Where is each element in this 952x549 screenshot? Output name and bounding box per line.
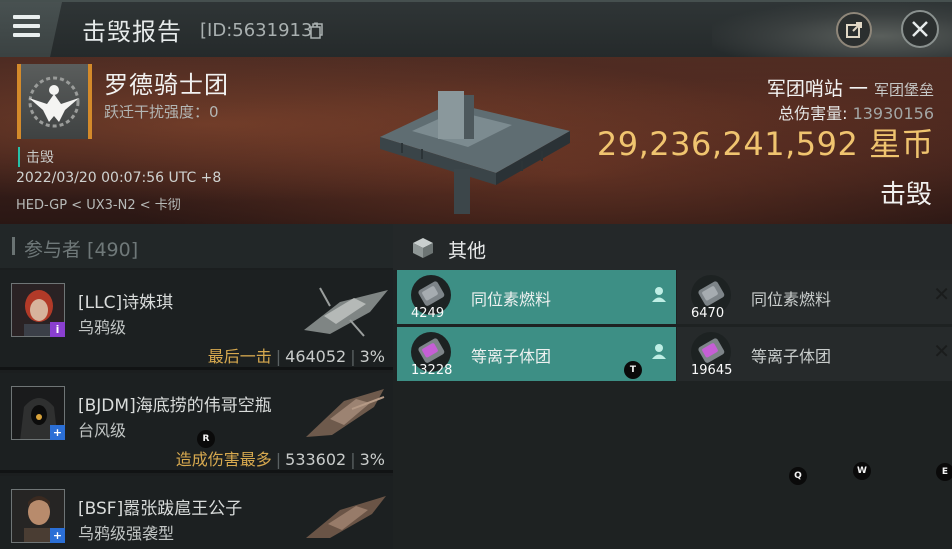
cube-icon (413, 238, 433, 258)
warp-disruption: 跃迁干扰强度：0 (104, 101, 219, 122)
pilot-damage: 533602 (285, 450, 347, 469)
hotkey-hint: W (853, 462, 871, 480)
item-quantity: 6470 (691, 306, 725, 321)
pilot-ship: 乌鸦级强袭型 (78, 524, 175, 543)
stat-divider: | (275, 450, 282, 469)
pilot-stats: 造成伤害最多 | 533602 | 3% (176, 446, 385, 470)
pilot-name: [BJDM]海底捞的伟哥空瓶 (78, 396, 272, 416)
page-title: 击毁报告 (82, 18, 182, 46)
item-name: 等离子体团 (471, 347, 552, 366)
hotkey-hint: R (197, 430, 215, 448)
share-icon (846, 22, 862, 38)
item-row[interactable]: 19645 等离子体团 ✕ (677, 327, 952, 381)
destroyed-x-icon: ✕ (933, 282, 950, 306)
participants-header[interactable]: 参与者 [490] (0, 224, 393, 268)
item-row[interactable]: 6470 同位素燃料 ✕ (677, 270, 952, 324)
item-quantity: 19645 (691, 363, 733, 378)
participant-row[interactable]: + [BJDM]海底捞的伟哥空瓶 台风级 造成伤害最多 | 533602 | 3% (0, 373, 393, 473)
header-accent (12, 237, 15, 255)
participants-panel: 参与者 [490] i [LLC]诗姝琪 乌鸦级 最后一击 | 464052 | 3% (0, 224, 393, 549)
isk-amount: 29,236,241,592 (596, 125, 859, 163)
corp-logo[interactable] (17, 64, 92, 139)
ship-icon (304, 287, 388, 337)
kill-datetime: 2022/03/20 00:07:56 UTC +8 (16, 170, 222, 186)
ship-type-dash: 一 (848, 78, 868, 100)
victim-header: 罗德骑士团 跃迁干扰强度：0 击毁 2022/03/20 00:07:56 UT… (0, 57, 952, 224)
final-blow-tag: 最后一击 (207, 347, 272, 366)
kill-result: 击毁 (879, 180, 932, 210)
pilot-stats: 最后一击 | 464052 | 3% (208, 343, 385, 367)
eagle-emblem-icon (28, 76, 80, 128)
stat-divider: | (350, 450, 356, 469)
most-damage-tag: 造成伤害最多 (175, 450, 272, 469)
ship-type-main: 军团哨站 (766, 78, 843, 100)
items-header: 其他 (393, 224, 952, 270)
pilot-ship: 乌鸦级 (78, 318, 127, 337)
class-badge-icon: + (50, 528, 65, 543)
pilot-name: [BSF]嚣张跋扈王公子 (78, 499, 243, 519)
items-header-label: 其他 (448, 240, 487, 262)
share-button[interactable] (836, 12, 872, 48)
destroyed-x-icon: ✕ (933, 339, 950, 363)
structure-image[interactable] (372, 73, 578, 218)
person-icon (652, 344, 666, 359)
participant-row[interactable]: + [BSF]嚣张跋扈王公子 乌鸦级强袭型 (0, 476, 393, 549)
isk-unit: 星币 (868, 125, 934, 163)
pilot-ship: 台风级 (78, 421, 127, 440)
close-icon (912, 21, 928, 37)
close-button[interactable] (901, 10, 939, 48)
item-name: 等离子体团 (751, 347, 832, 366)
class-badge-icon: + (50, 425, 65, 440)
corp-name: 罗德骑士团 (104, 71, 229, 99)
item-quantity: 4249 (411, 306, 445, 321)
hotkey-hint: T (624, 361, 642, 379)
item-quantity: 13228 (411, 363, 453, 378)
status-badge: 击毁 (18, 147, 54, 167)
ship-icon (306, 389, 385, 437)
menu-button[interactable] (0, 2, 62, 59)
class-badge-icon: i (50, 322, 65, 337)
stat-divider: | (350, 347, 356, 366)
kill-location: HED-GP < UX3-N2 < 卡彻 (16, 198, 181, 213)
hotkey-hint: Q (789, 467, 807, 485)
ship-icon (306, 496, 386, 538)
top-bar: 击毁报告 [ID:5631913] (0, 0, 952, 59)
warp-value: 0 (209, 103, 219, 121)
pilot-name: [LLC]诗姝琪 (78, 293, 174, 313)
items-panel: 其他 4249 同位素燃料 6470 同位素燃料 ✕ 13228 等离子体团 1… (393, 224, 952, 549)
participant-row[interactable]: i [LLC]诗姝琪 乌鸦级 最后一击 | 464052 | 3% (0, 270, 393, 370)
isk-value: 29,236,241,592 星币 (597, 119, 934, 165)
warp-label: 跃迁干扰强度： (104, 103, 210, 121)
victim-ship-type: 军团哨站 一 军团堡垒 (767, 74, 934, 101)
item-name: 同位素燃料 (471, 290, 552, 309)
ship-type-sub: 军团堡垒 (873, 81, 934, 99)
item-name: 同位素燃料 (751, 290, 832, 309)
pilot-damage: 464052 (285, 347, 347, 366)
copy-icon[interactable] (310, 23, 324, 39)
stat-divider: | (275, 347, 282, 366)
person-icon (652, 287, 666, 302)
item-row[interactable]: 4249 同位素燃料 (397, 270, 676, 324)
hotkey-hint: E (936, 463, 952, 481)
participants-count: 参与者 [490] (24, 239, 139, 261)
pilot-percent: 3% (359, 347, 385, 366)
kill-id: [ID:5631913] (200, 20, 320, 41)
pilot-percent: 3% (359, 450, 385, 469)
